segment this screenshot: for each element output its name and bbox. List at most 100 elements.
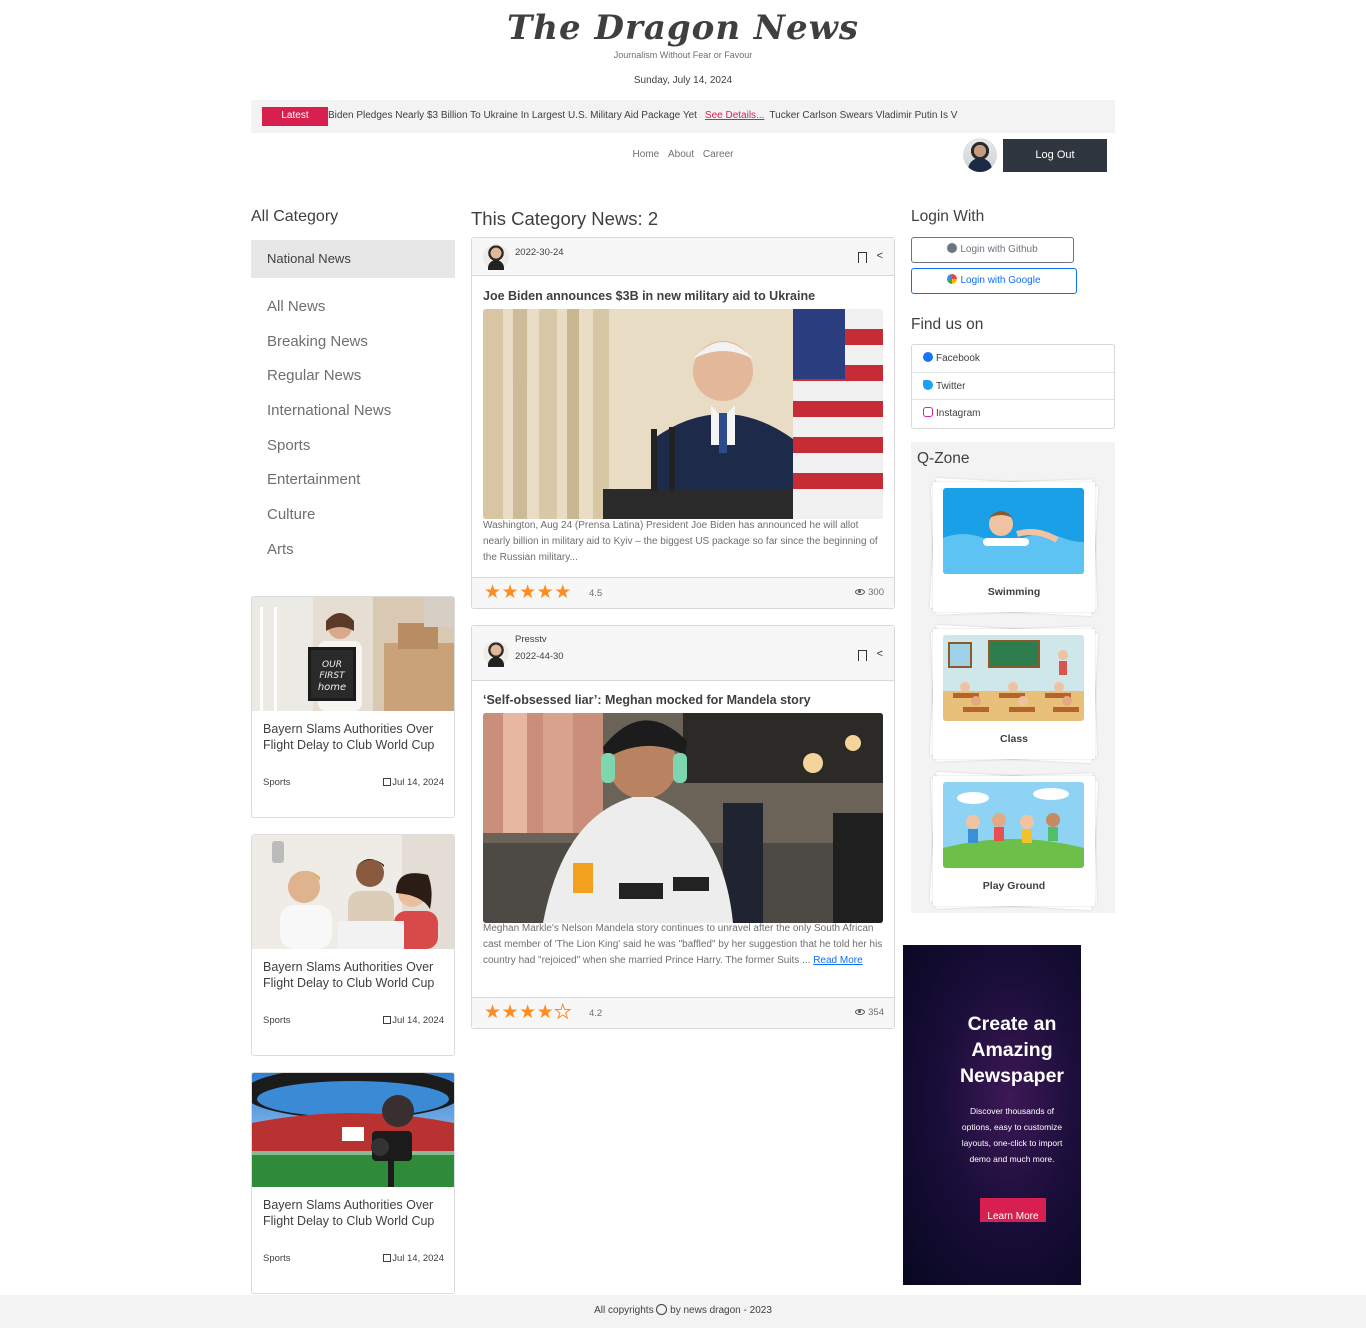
share-icon[interactable]: < [877, 250, 883, 262]
bookmark-icon[interactable] [858, 252, 867, 263]
read-more-link[interactable]: Read More [813, 955, 862, 966]
ad-text: Discover thousands of options, easy to c… [961, 1106, 1063, 1164]
category-sidebar: All Category National News All News Brea… [251, 208, 455, 574]
side-news-card[interactable]: Bayern Slams Authorities Over Flight Del… [251, 834, 455, 1056]
current-date: Sunday, July 14, 2024 [633, 75, 733, 86]
q-zone-card-play-ground[interactable]: Play Ground [929, 771, 1099, 911]
side-news-category: Sports [263, 1253, 291, 1264]
news-title[interactable]: ‘Self-obsessed liar’: Meghan mocked for … [483, 693, 811, 707]
view-count: 300 [855, 587, 884, 598]
news-card: 2022-30-24 < Joe Biden announces $3B in … [471, 237, 895, 609]
news-card: Presstv 2022-44-30 < ‘Self-obsessed liar… [471, 625, 895, 1029]
news-date: 2022-44-30 [515, 651, 564, 662]
login-google-button[interactable]: Login with Google [911, 268, 1077, 294]
side-news-meta: Sports Jul 14, 2024 [252, 1015, 454, 1035]
calendar-icon [383, 1254, 392, 1262]
category-list: All News Breaking News Regular News Inte… [251, 296, 455, 574]
footer-text-start: All copyrights [594, 1305, 654, 1316]
side-news-meta: Sports Jul 14, 2024 [252, 777, 454, 797]
biden-podium-photo [483, 309, 883, 519]
social-link-twitter[interactable]: Twitter [912, 373, 1114, 400]
star-icon: ★ [536, 582, 555, 603]
side-news-card[interactable]: OUR FIRST home Bayern Slams Authorities … [251, 596, 455, 818]
news-description: Washington, Aug 24 (Prensa Latina) Presi… [483, 520, 878, 563]
news-image[interactable] [483, 713, 883, 923]
eye-icon [855, 1009, 866, 1015]
side-news-image: OUR FIRST home [252, 597, 454, 711]
site-logo[interactable]: The Dragon News [0, 8, 1366, 48]
category-item-regular-news[interactable]: Regular News [267, 365, 455, 400]
news-image[interactable] [483, 309, 883, 519]
nav-link-home[interactable]: Home [633, 149, 660, 160]
stadium-camera-illustration [252, 1073, 454, 1187]
play-ground-image [943, 782, 1084, 868]
user-avatar[interactable] [963, 138, 997, 172]
q-zone-card-class[interactable]: Class [929, 624, 1099, 764]
q-zone-heading: Q-Zone [917, 450, 970, 467]
rating-value: 4.5 [589, 588, 603, 599]
login-github-button[interactable]: Login with Github [911, 237, 1074, 263]
site-tagline: Journalism Without Fear or Favour [613, 50, 753, 60]
side-news-title[interactable]: Bayern Slams Authorities Over Flight Del… [252, 949, 454, 1015]
q-zone-label: Class [999, 733, 1029, 745]
news-date: 2022-30-24 [515, 247, 564, 258]
share-icon[interactable]: < [877, 648, 883, 660]
author-avatar [483, 641, 509, 667]
bookmark-icon[interactable] [858, 650, 867, 661]
side-news-title[interactable]: Bayern Slams Authorities Over Flight Del… [252, 1187, 454, 1253]
category-item-breaking-news[interactable]: Breaking News [267, 331, 455, 366]
category-item-entertainment[interactable]: Entertainment [267, 469, 455, 504]
side-news-card[interactable]: Bayern Slams Authorities Over Flight Del… [251, 1072, 455, 1294]
side-news-title[interactable]: Bayern Slams Authorities Over Flight Del… [252, 711, 454, 777]
category-item-sports[interactable]: Sports [267, 435, 455, 470]
category-item-culture[interactable]: Culture [267, 504, 455, 539]
ticker-headline[interactable]: Tucker Carlson Swears Vladimir Putin Is … [769, 110, 957, 121]
rating-stars: ★★★★★ [484, 1002, 572, 1023]
svg-text:home: home [318, 682, 346, 693]
star-icon: ★ [519, 1002, 537, 1023]
social-link-facebook[interactable]: Facebook [912, 345, 1114, 373]
news-title[interactable]: Joe Biden announces $3B in new military … [483, 289, 815, 303]
ticker-see-details-link[interactable]: See Details... [705, 110, 764, 121]
ad-learn-more-button[interactable]: Learn More [980, 1198, 1046, 1222]
side-news-date: Jul 14, 2024 [383, 777, 444, 788]
news-card-header: Presstv 2022-44-30 < [472, 626, 894, 681]
eye-icon [855, 589, 866, 595]
news-author: Presstv [515, 634, 547, 645]
news-card-header: 2022-30-24 < [472, 238, 894, 276]
chalkboard-text: OUR [322, 660, 342, 670]
side-news-date: Jul 14, 2024 [383, 1015, 444, 1026]
side-news-meta: Sports Jul 14, 2024 [252, 1253, 454, 1273]
category-item-national-news[interactable]: National News [251, 240, 455, 278]
logout-button[interactable]: Log Out [1003, 139, 1107, 172]
moving-home-illustration: OUR FIRST home [252, 597, 454, 711]
category-heading: All Category [251, 208, 339, 225]
q-zone-card-swimming[interactable]: Swimming [929, 477, 1099, 617]
side-news-image [252, 1073, 454, 1187]
star-icon: ★ [484, 582, 502, 603]
footer-text-end: by news dragon - 2023 [670, 1305, 772, 1316]
ticker-marquee: Biden Pledges Nearly $3 Billion To Ukrai… [328, 110, 995, 121]
copyright-icon [656, 1304, 668, 1315]
news-card-footer: ★★★★★ 4.2 354 [472, 997, 894, 1028]
nav-link-about[interactable]: About [668, 149, 694, 160]
star-icon: ★ [554, 1002, 572, 1023]
star-icon: ★ [501, 582, 520, 603]
nav-link-career[interactable]: Career [703, 149, 734, 160]
login-heading: Login With [911, 208, 985, 225]
calendar-icon [383, 1016, 392, 1024]
q-zone: Q-Zone Swimming Class Play Ground [911, 442, 1115, 913]
view-count: 354 [855, 1007, 884, 1018]
social-link-instagram[interactable]: Instagram [912, 400, 1114, 428]
class-image [943, 635, 1084, 721]
rating-value: 4.2 [589, 1008, 603, 1019]
category-item-all-news[interactable]: All News [267, 296, 455, 331]
category-item-international-news[interactable]: International News [267, 400, 455, 435]
category-item-arts[interactable]: Arts [267, 539, 455, 574]
side-news-category: Sports [263, 777, 291, 788]
latest-badge: Latest [262, 107, 328, 126]
star-icon: ★ [501, 1002, 520, 1023]
ticker-headline[interactable]: Biden Pledges Nearly $3 Billion To Ukrai… [328, 110, 697, 121]
github-icon [947, 243, 958, 253]
q-zone-label: Play Ground [982, 880, 1046, 892]
